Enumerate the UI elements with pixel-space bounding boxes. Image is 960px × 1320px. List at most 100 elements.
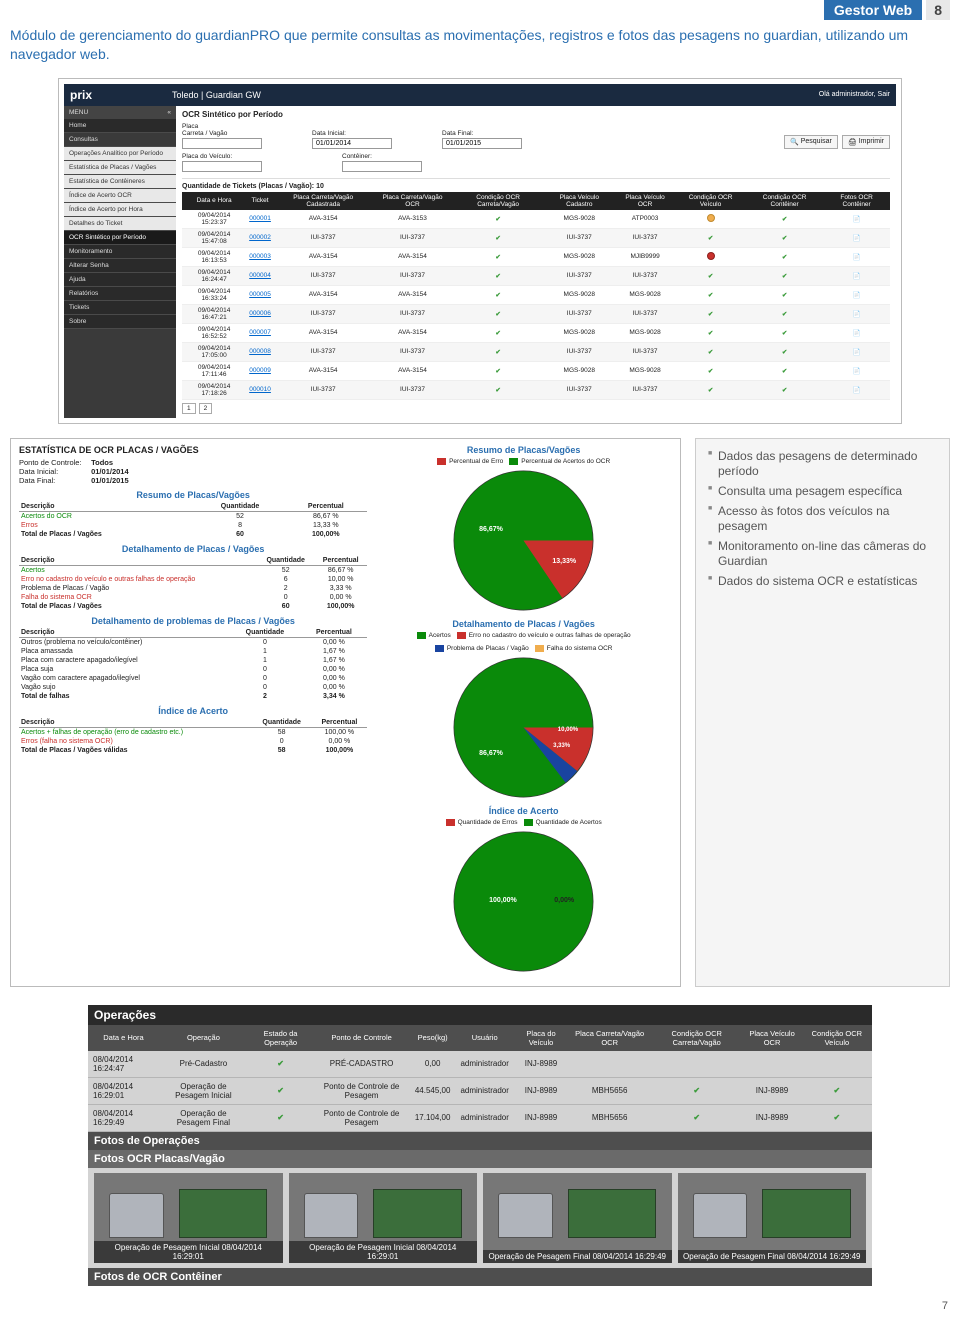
table-row[interactable]: 09/04/2014 16:33:24000005AVA-3154AVA-315… xyxy=(182,285,890,304)
thumb[interactable]: Operação de Pesagem Inicial 08/04/2014 1… xyxy=(289,1173,478,1263)
operacoes-table: Data e HoraOperaçãoEstado da OperaçãoPon… xyxy=(88,1025,872,1132)
table-row[interactable]: 09/04/2014 17:05:00000008IUI-3737IUI-373… xyxy=(182,342,890,361)
document-icon[interactable]: 📄 xyxy=(853,330,861,337)
table-row[interactable]: 09/04/2014 16:13:53000003AVA-3154AVA-315… xyxy=(182,247,890,266)
ticket-link[interactable]: 000008 xyxy=(249,348,271,355)
legend-item: Problema de Placas / Vagão xyxy=(435,645,529,652)
table-row[interactable]: 09/04/2014 16:52:52000007AVA-3154AVA-315… xyxy=(182,323,890,342)
check-icon: ✔ xyxy=(782,235,787,242)
check-icon: ✔ xyxy=(495,235,500,242)
legend-item: Quantidade de Acertos xyxy=(524,819,602,826)
table-row[interactable]: 08/04/2014 16:29:49Operação de Pesagem F… xyxy=(88,1104,872,1131)
check-icon: ✔ xyxy=(834,1086,841,1095)
legend-item: Acertos xyxy=(417,632,451,639)
fotos-operacoes-header[interactable]: Fotos de Operações xyxy=(88,1132,872,1150)
check-icon: ✔ xyxy=(495,387,500,394)
ticket-link[interactable]: 000009 xyxy=(249,367,271,374)
filter-data-ini-input[interactable] xyxy=(312,138,392,149)
sidebar-item-13[interactable]: Tickets xyxy=(64,301,176,315)
document-icon[interactable]: 📄 xyxy=(853,273,861,280)
ticket-link[interactable]: 000001 xyxy=(249,215,271,222)
feature-item: Consulta uma pesagem específica xyxy=(708,484,937,499)
ticket-link[interactable]: 000007 xyxy=(249,329,271,336)
sidebar-item-10[interactable]: Alterar Senha xyxy=(64,259,176,273)
chart-detalhamento: Detalhamento de Placas / Vagões AcertosE… xyxy=(375,619,672,800)
document-icon[interactable]: 📄 xyxy=(853,216,861,223)
document-icon[interactable]: 📄 xyxy=(853,368,861,375)
check-icon: ✔ xyxy=(708,387,713,394)
document-icon[interactable]: 📄 xyxy=(853,311,861,318)
check-icon: ✔ xyxy=(495,368,500,375)
table-row[interactable]: 09/04/2014 16:24:47000004IUI-3737IUI-373… xyxy=(182,266,890,285)
sec3-title: Detalhamento de problemas de Placas / Va… xyxy=(19,616,367,626)
ticket-link[interactable]: 000006 xyxy=(249,310,271,317)
table-row[interactable]: 09/04/2014 15:23:37000001AVA-3154AVA-315… xyxy=(182,210,890,229)
ticket-link[interactable]: 000004 xyxy=(249,272,271,279)
filter-data-fim-input[interactable] xyxy=(442,138,522,149)
search-button[interactable]: 🔍Pesquisar xyxy=(784,135,838,149)
sidebar-item-4[interactable]: Estatística de Contêineres xyxy=(64,175,176,189)
sidebar-item-11[interactable]: Ajuda xyxy=(64,273,176,287)
qty-tickets: Quantidade de Tickets (Placas / Vagão): … xyxy=(182,183,890,190)
document-icon[interactable]: 📄 xyxy=(853,235,861,242)
table-row[interactable]: 08/04/2014 16:24:47Pré-Cadastro✔PRÉ-CADA… xyxy=(88,1051,872,1078)
table-row[interactable]: 09/04/2014 17:11:46000009AVA-3154AVA-315… xyxy=(182,361,890,380)
document-icon[interactable]: 📄 xyxy=(853,387,861,394)
document-icon[interactable]: 📄 xyxy=(853,254,861,261)
fotos-conteiner-header[interactable]: Fotos de OCR Contêiner xyxy=(88,1268,872,1286)
filter-conteiner-input[interactable] xyxy=(342,161,422,172)
sidebar-item-12[interactable]: Relatórios xyxy=(64,287,176,301)
table-row[interactable]: 09/04/2014 17:18:26000010IUI-3737IUI-373… xyxy=(182,380,890,399)
thumb[interactable]: Operação de Pesagem Final 08/04/2014 16:… xyxy=(678,1173,867,1263)
filter-data-ini-label: Data Inicial: xyxy=(312,130,392,137)
table-row[interactable]: 09/04/2014 15:47:08000002IUI-3737IUI-373… xyxy=(182,228,890,247)
chart-resumo: Resumo de Placas/Vagões Percentual de Er… xyxy=(375,445,672,613)
check-icon: ✔ xyxy=(708,235,713,242)
sidebar-item-3[interactable]: Estatística de Placas / Vagões xyxy=(64,161,176,175)
sidebar-item-6[interactable]: Índice de Acerto por Hora xyxy=(64,203,176,217)
sidebar-item-14[interactable]: Sobre xyxy=(64,315,176,329)
document-icon[interactable]: 📄 xyxy=(853,292,861,299)
main-content: OCR Sintético por Período Placa Carreta … xyxy=(176,106,896,418)
filter-placa-veic-input[interactable] xyxy=(182,161,262,172)
sidebar-item-7[interactable]: Detalhes do Ticket xyxy=(64,217,176,231)
print-button[interactable]: 🖨Imprimir xyxy=(842,135,890,149)
app-title: Toledo | Guardian GW xyxy=(172,90,261,100)
sec1-title: Resumo de Placas/Vagões xyxy=(19,490,367,500)
pager-1[interactable]: 1 xyxy=(182,403,196,414)
pager: 1 2 xyxy=(182,403,890,414)
intro-text: Módulo de gerenciamento do guardianPRO q… xyxy=(0,20,960,78)
ticket-link[interactable]: 000002 xyxy=(249,234,271,241)
sidebar-collapse-icon[interactable]: « xyxy=(167,109,171,116)
sec3-table: DescriçãoQuantidadePercentualOutros (pro… xyxy=(19,628,367,701)
feature-item: Dados do sistema OCR e estatísticas xyxy=(708,574,937,589)
filter-placa-input[interactable] xyxy=(182,138,262,149)
tickets-table: Data e HoraTicketPlaca Carreta/Vagão Cad… xyxy=(182,192,890,400)
fotos-placas-header[interactable]: Fotos OCR Placas/Vagão xyxy=(88,1150,872,1168)
app-user-greeting[interactable]: Olá administrador, Sair xyxy=(819,91,890,98)
table-row[interactable]: 08/04/2014 16:29:01Operação de Pesagem I… xyxy=(88,1077,872,1104)
sidebar-item-8[interactable]: OCR Sintético por Período xyxy=(64,231,176,245)
document-icon[interactable]: 📄 xyxy=(853,349,861,356)
check-icon: ✔ xyxy=(834,1113,841,1122)
header-title: Gestor Web xyxy=(824,0,922,20)
legend-item: Erro no cadastro do veículo e outras fal… xyxy=(457,632,631,639)
sidebar-item-0[interactable]: Home xyxy=(64,119,176,133)
ticket-link[interactable]: 000005 xyxy=(249,291,271,298)
ticket-link[interactable]: 000010 xyxy=(249,386,271,393)
check-icon: ✔ xyxy=(277,1059,284,1068)
sidebar-item-2[interactable]: Operações Analítico por Período xyxy=(64,147,176,161)
check-icon: ✔ xyxy=(495,273,500,280)
table-row[interactable]: 09/04/2014 16:47:21000006IUI-3737IUI-373… xyxy=(182,304,890,323)
page-foot-number: 7 xyxy=(0,1296,960,1320)
sidebar-item-1[interactable]: Consultas xyxy=(64,133,176,147)
thumb[interactable]: Operação de Pesagem Inicial 08/04/2014 1… xyxy=(94,1173,283,1263)
sidebar-item-5[interactable]: Índice de Acerto OCR xyxy=(64,189,176,203)
legend-item: Percentual de Erro xyxy=(437,458,503,465)
ticket-link[interactable]: 000003 xyxy=(249,253,271,260)
tickets-table-head: Data e HoraTicketPlaca Carreta/Vagão Cad… xyxy=(182,192,890,210)
sec2-table: DescriçãoQuantidadePercentualAcertos5286… xyxy=(19,556,367,611)
thumb[interactable]: Operação de Pesagem Final 08/04/2014 16:… xyxy=(483,1173,672,1263)
pager-2[interactable]: 2 xyxy=(199,403,213,414)
sidebar-item-9[interactable]: Monitoramento xyxy=(64,245,176,259)
